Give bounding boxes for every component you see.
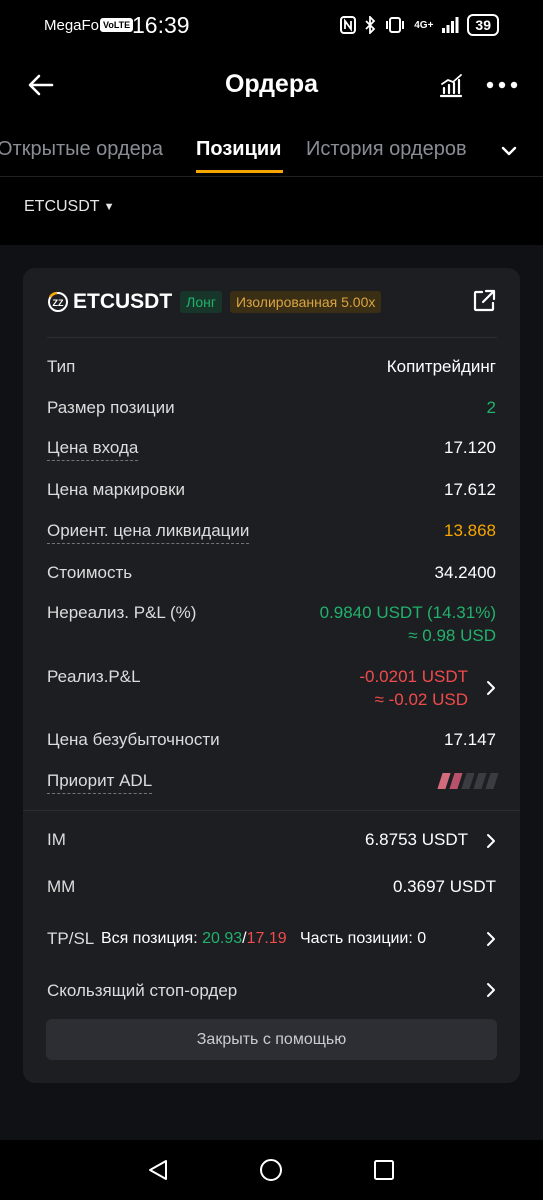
position-value: 34.2400 [434, 563, 496, 582]
type-value: Копитрейдинг [386, 357, 496, 376]
unrealized-pnl-usd: ≈ 0.98 USD [408, 626, 496, 645]
tp-value: 20.93 [202, 930, 243, 947]
adl-indicator [437, 773, 499, 789]
more-options-icon[interactable] [486, 80, 518, 90]
tpsl-whole-label: Вся позиция: [101, 930, 198, 947]
sl-value: 17.19 [246, 930, 287, 947]
adl-label[interactable]: Приорит ADL [47, 771, 153, 794]
tab-order-history[interactable]: История ордеров [306, 138, 467, 161]
size-label: Размер позиции [47, 398, 175, 417]
tpsl-label: TP/SL [47, 929, 95, 948]
tpsl-partial-count: 0 [417, 930, 427, 947]
entry-price-value: 17.120 [444, 438, 496, 457]
chevron-right-icon[interactable] [484, 982, 498, 998]
unrealized-pnl-value: 0.9840 USDT (14.31%) [319, 603, 496, 622]
unrealized-pnl-label: Нереализ. P&L (%) [47, 603, 197, 622]
divider [23, 810, 520, 811]
tpsl-partial-label: Часть позиции: [300, 930, 413, 947]
position-symbol: ETCUSDT [73, 290, 173, 313]
nav-recents-icon[interactable] [372, 1158, 396, 1182]
nfc-icon [340, 16, 357, 34]
battery-indicator: 39 [467, 14, 499, 36]
im-label: IM [47, 830, 66, 849]
mark-price-value: 17.612 [444, 480, 496, 499]
chevron-right-icon[interactable] [484, 833, 498, 849]
symbol-filter-label: ETCUSDT [24, 198, 100, 215]
realized-pnl-label: Реализ.P&L [47, 667, 141, 686]
symbol-filter[interactable]: ETCUSDT ▼ [24, 198, 114, 216]
side-badge: Лонг [180, 291, 222, 313]
adl-segment [473, 773, 487, 789]
nav-home-icon[interactable] [259, 1158, 283, 1182]
breakeven-value: 17.147 [444, 730, 496, 749]
close-with-button[interactable]: Закрыть с помощью [46, 1019, 497, 1060]
mm-value: 0.3697 USDT [393, 877, 496, 896]
position-card: ZZ ETCUSDT Лонг Изолированная 5.00x Тип … [23, 268, 520, 1083]
im-value[interactable]: 6.8753 USDT [365, 830, 468, 850]
status-time: 16:39 [132, 12, 190, 38]
caret-down-icon: ▼ [103, 201, 115, 213]
size-value: 2 [486, 398, 496, 417]
vibrate-icon [386, 17, 405, 33]
mark-price-label: Цена маркировки [47, 480, 186, 499]
volte-badge: VoLTE [100, 18, 134, 32]
tabs-divider [0, 176, 543, 177]
breakeven-label: Цена безубыточности [47, 730, 220, 749]
carrier-name: MegaFon [44, 17, 108, 34]
etc-coin-icon: ZZ [48, 291, 68, 312]
signal-icon [442, 17, 459, 33]
network-type: 4G+ [414, 19, 434, 31]
adl-segment [485, 773, 499, 789]
bluetooth-icon [365, 16, 376, 34]
nav-back-icon[interactable] [146, 1158, 170, 1182]
chart-icon[interactable] [438, 72, 464, 98]
entry-price-label[interactable]: Цена входа [47, 438, 139, 461]
share-external-icon[interactable] [471, 288, 497, 314]
tab-bar: Открытые ордера Позиции История ордеров [0, 128, 543, 174]
margin-mode-badge[interactable]: Изолированная 5.00x [229, 291, 382, 313]
realized-pnl-value[interactable]: -0.0201 USDT [359, 667, 468, 687]
trailing-stop-label[interactable]: Скользящий стоп-ордер [47, 981, 237, 1001]
liq-price-label[interactable]: Ориент. цена ликвидации [47, 521, 250, 544]
adl-segment [449, 773, 463, 789]
tab-open-orders[interactable]: Открытые ордера [0, 138, 163, 161]
svg-text:ZZ: ZZ [53, 298, 64, 308]
adl-segment [437, 773, 451, 789]
chevron-right-icon[interactable] [484, 931, 498, 947]
mm-label: MM [47, 877, 76, 896]
system-nav-bar [0, 1140, 543, 1200]
status-icons: 4G+ 39 [340, 14, 499, 36]
chevron-right-icon[interactable] [484, 680, 498, 696]
liq-price-value: 13.868 [444, 521, 496, 540]
active-tab-indicator [196, 170, 283, 173]
chevron-down-icon[interactable] [498, 140, 520, 162]
position-card-header: ZZ ETCUSDT Лонг Изолированная 5.00x [47, 288, 497, 316]
type-label: Тип [47, 357, 76, 376]
app-header: Ордера [0, 56, 543, 116]
divider [47, 337, 497, 338]
tab-positions[interactable]: Позиции [196, 138, 281, 161]
realized-pnl-usd[interactable]: ≈ -0.02 USD [375, 690, 468, 710]
tpsl-summary[interactable]: Вся позиция: 20.93/17.19 Часть позиции: … [101, 930, 426, 948]
position-value-label: Стоимость [47, 563, 133, 582]
adl-segment [461, 773, 475, 789]
status-bar: MegaFon VoLTE 16:39 4G+ 39 [0, 0, 543, 52]
